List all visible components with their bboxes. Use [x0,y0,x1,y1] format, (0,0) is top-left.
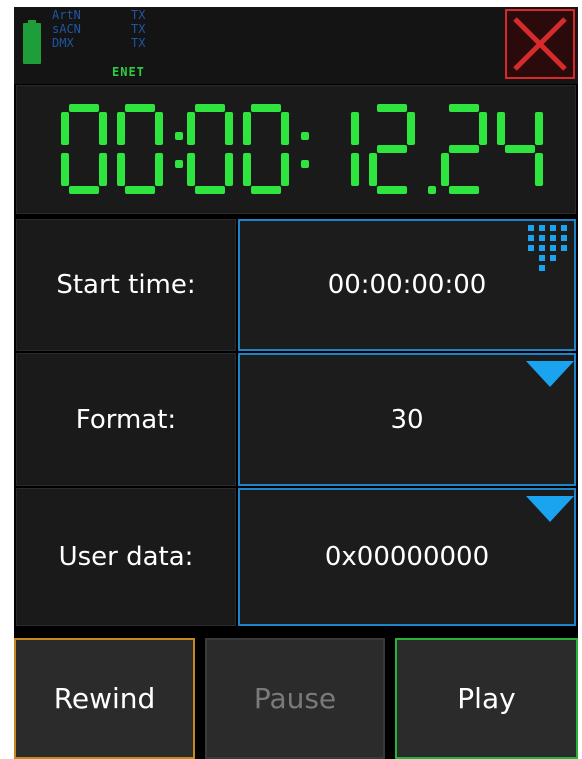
timecode-colon [175,132,183,168]
protocol-sacn-name: sACN [52,22,81,36]
timecode-digit [369,104,415,194]
timecode-panel [16,85,576,214]
start-time-value: 00:00:00:00 [327,270,487,300]
close-icon [513,17,567,71]
format-value: 30 [390,404,424,435]
protocol-dmx-state: TX [131,36,146,50]
timecode-digit [351,112,359,186]
timecode-digit [441,104,487,194]
timecode-digit [243,104,289,194]
user-data-label: User data: [16,488,236,626]
timecode-digit [117,104,163,194]
status-bar: ArtN TX sACN TX DMX TX ENET [14,7,578,84]
protocol-dmx-name: DMX [52,36,74,50]
dropdown-triangle-icon [526,496,574,522]
network-indicator: ENET [112,65,145,79]
start-time-field[interactable]: 00:00:00:00 [238,219,576,351]
dropdown-triangle-icon [526,361,574,387]
format-dropdown[interactable]: 30 [238,353,576,486]
user-data-value: 0x00000000 [324,542,490,572]
timecode-digit [61,104,107,194]
app-frame: ArtN TX sACN TX DMX TX ENET Start time: … [14,7,578,759]
format-label: Format: [16,353,236,486]
play-button[interactable]: Play [395,638,578,759]
rewind-button[interactable]: Rewind [14,638,195,759]
protocol-artnet-name: ArtN [52,8,81,22]
keypad-icon [528,225,567,271]
timecode-colon [301,132,309,168]
timecode-digit [187,104,233,194]
timecode-decimal [428,186,436,194]
timecode-display [61,104,543,194]
protocol-artnet-state: TX [131,8,146,22]
battery-icon [23,20,41,64]
timecode-digit [497,112,543,186]
protocol-sacn-state: TX [131,22,146,36]
start-time-label: Start time: [16,219,236,351]
user-data-dropdown[interactable]: 0x00000000 [238,488,576,626]
close-button[interactable] [505,9,575,79]
pause-button[interactable]: Pause [205,638,385,759]
